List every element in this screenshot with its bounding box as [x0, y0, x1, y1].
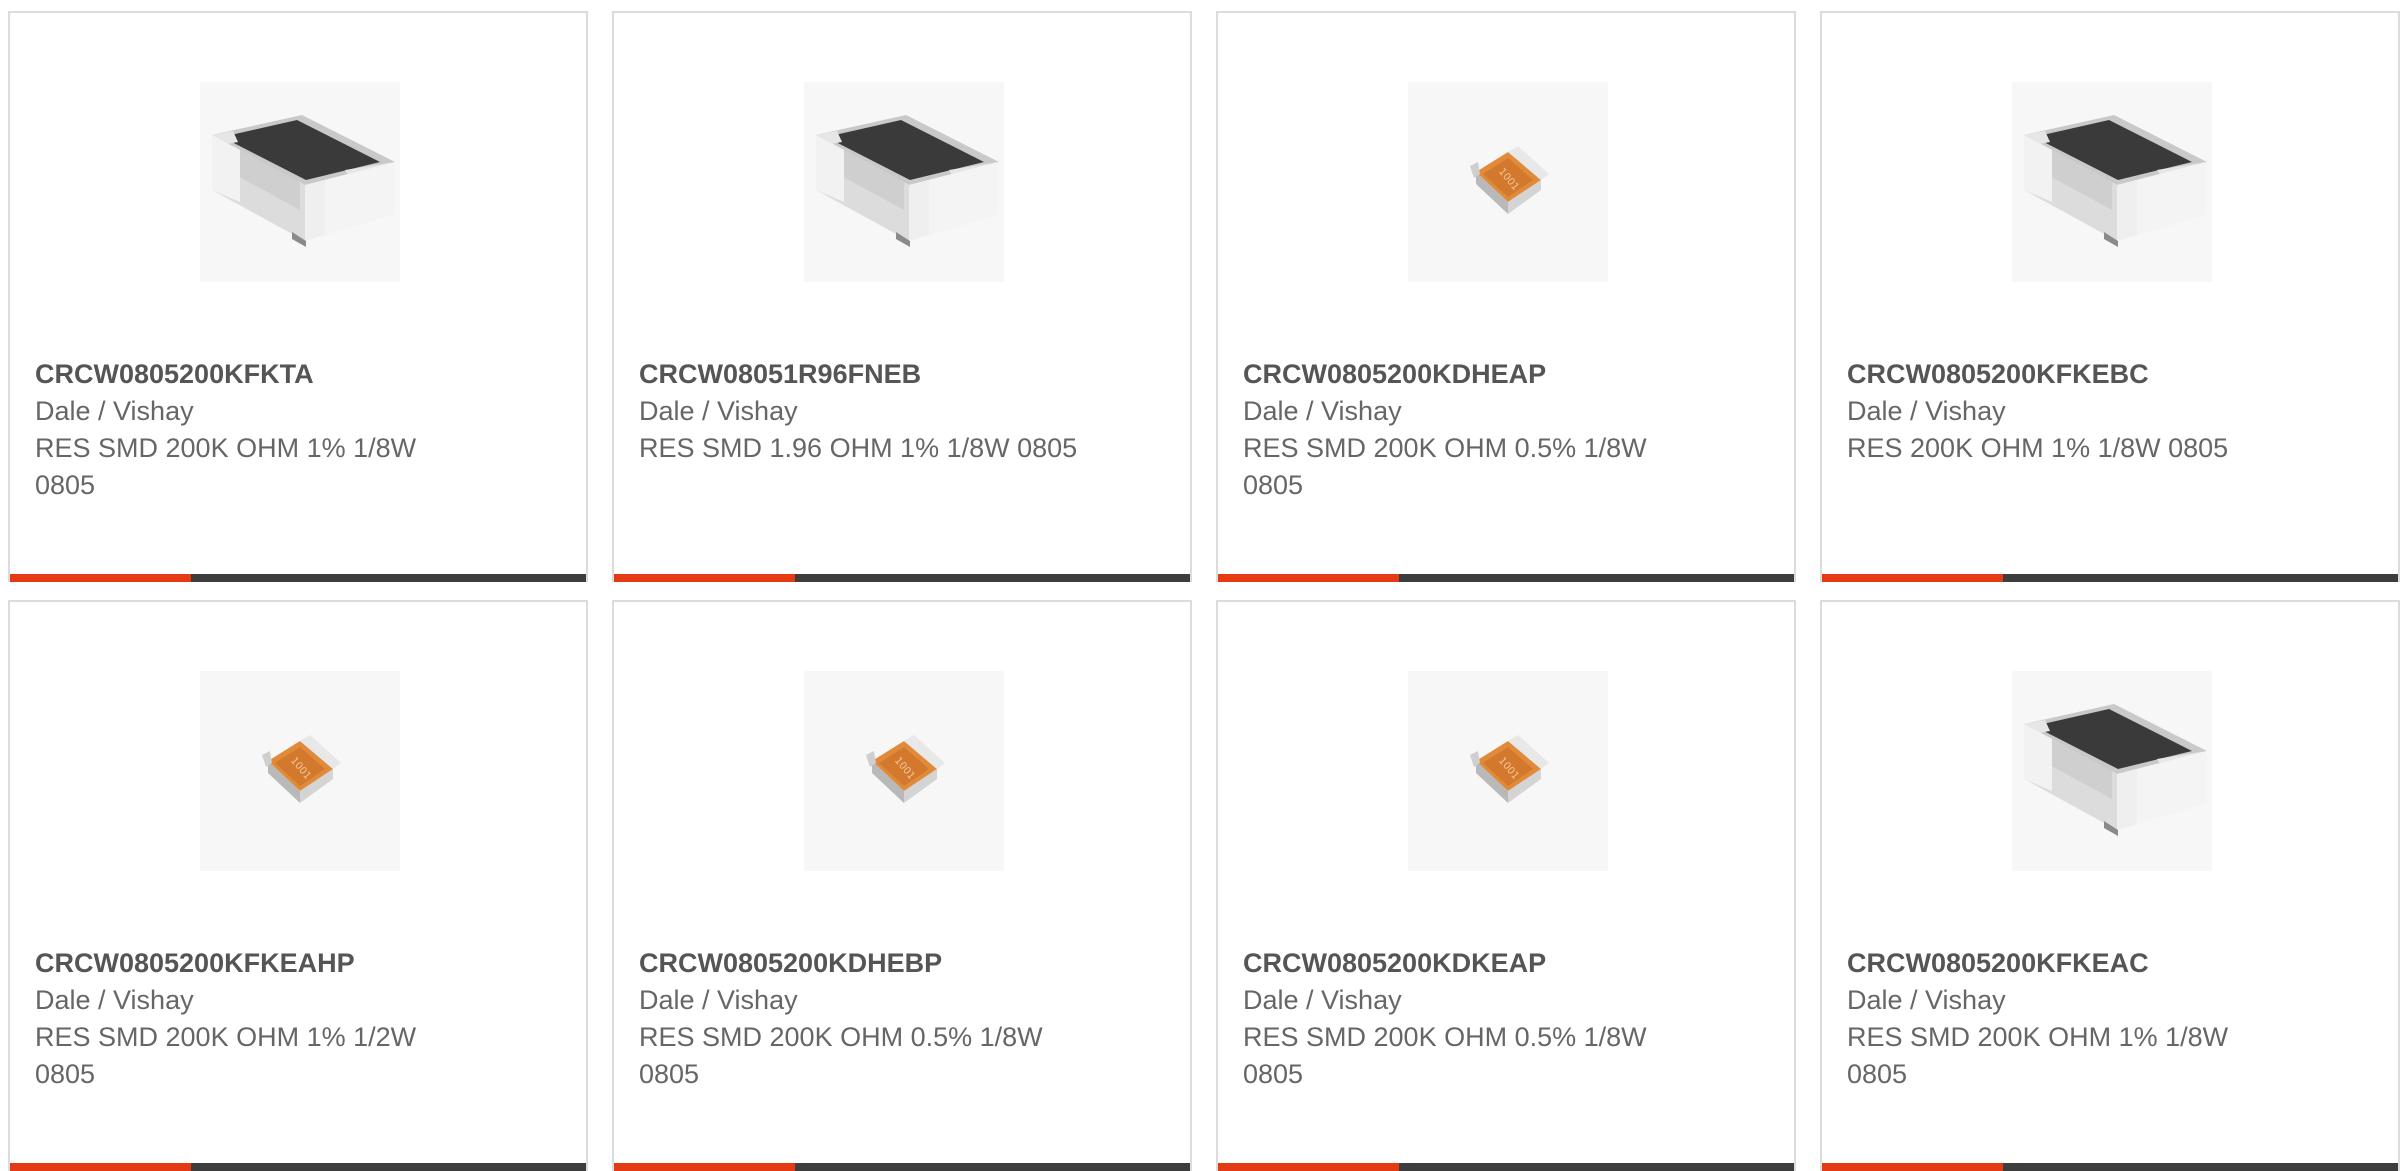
manufacturer: Dale / Vishay [1243, 396, 1402, 426]
part-number[interactable]: CRCW0805200KFKEAC [1847, 945, 2287, 982]
manufacturer: Dale / Vishay [35, 985, 194, 1015]
product-info: CRCW0805200KDKEAP Dale / Vishay RES SMD … [1243, 945, 1683, 1093]
part-number[interactable]: CRCW0805200KDHEBP [639, 945, 1079, 982]
product-card[interactable]: CRCW0805200KFKEAC Dale / Vishay RES SMD … [1820, 600, 2400, 1171]
part-number[interactable]: CRCW0805200KFKTA [35, 356, 475, 393]
card-accent-bar-fill [10, 1163, 192, 1171]
card-accent-bar [614, 1163, 1190, 1171]
product-info: CRCW0805200KDHEAP Dale / Vishay RES SMD … [1243, 356, 1683, 504]
card-accent-bar [10, 574, 586, 582]
product-image[interactable] [200, 82, 400, 282]
product-description: RES 200K OHM 1% 1/8W 0805 [1847, 433, 2229, 463]
product-image[interactable] [2012, 82, 2212, 282]
card-accent-bar [1822, 1163, 2398, 1171]
part-number[interactable]: CRCW08051R96FNEB [639, 356, 1079, 393]
part-number[interactable]: CRCW0805200KFKEBC [1847, 356, 2287, 393]
part-number[interactable]: CRCW0805200KFKEAHP [35, 945, 475, 982]
card-accent-bar-fill [1822, 574, 2004, 582]
product-info: CRCW0805200KFKEAHP Dale / Vishay RES SMD… [35, 945, 475, 1093]
black-resistor-chip-icon [2024, 115, 2207, 247]
manufacturer: Dale / Vishay [1847, 985, 2006, 1015]
orange-resistor-chip-icon: 1001 [1470, 735, 1549, 803]
product-info: CRCW0805200KDHEBP Dale / Vishay RES SMD … [639, 945, 1079, 1093]
product-description: RES SMD 1.96 OHM 1% 1/8W 0805 [639, 433, 1078, 463]
product-card[interactable]: CRCW0805200KFKTA Dale / Vishay RES SMD 2… [8, 11, 588, 582]
manufacturer: Dale / Vishay [35, 396, 194, 426]
product-description: RES SMD 200K OHM 0.5% 1/8W 0805 [1243, 433, 1647, 500]
card-accent-bar-fill [10, 574, 192, 582]
product-info: CRCW08051R96FNEB Dale / Vishay RES SMD 1… [639, 356, 1079, 467]
black-resistor-chip-icon [212, 115, 395, 247]
product-image[interactable] [804, 82, 1004, 282]
orange-resistor-chip-icon: 1001 [866, 735, 945, 803]
product-card[interactable]: CRCW0805200KFKEBC Dale / Vishay RES 200K… [1820, 11, 2400, 582]
card-accent-bar [1822, 574, 2398, 582]
product-grid: CRCW0805200KFKTA Dale / Vishay RES SMD 2… [8, 11, 2400, 1171]
card-accent-bar-fill [614, 1163, 796, 1171]
black-resistor-chip-icon [816, 115, 999, 247]
product-image[interactable]: 1001 [1408, 82, 1608, 282]
product-image[interactable]: 1001 [200, 671, 400, 871]
product-card[interactable]: CRCW08051R96FNEB Dale / Vishay RES SMD 1… [612, 11, 1192, 582]
orange-resistor-chip-icon: 1001 [1470, 146, 1549, 214]
product-card[interactable]: 1001 CRCW0805200KFKEAHP Dale / Vishay RE… [8, 600, 588, 1171]
product-card[interactable]: 1001 CRCW0805200KDHEBP Dale / Vishay RES… [612, 600, 1192, 1171]
product-card[interactable]: 1001 CRCW0805200KDHEAP Dale / Vishay RES… [1216, 11, 1796, 582]
orange-resistor-chip-icon: 1001 [262, 735, 341, 803]
manufacturer: Dale / Vishay [639, 396, 798, 426]
card-accent-bar-fill [1218, 1163, 1400, 1171]
manufacturer: Dale / Vishay [639, 985, 798, 1015]
product-description: RES SMD 200K OHM 1% 1/8W 0805 [1847, 1022, 2229, 1089]
product-image[interactable]: 1001 [1408, 671, 1608, 871]
product-image[interactable]: 1001 [804, 671, 1004, 871]
manufacturer: Dale / Vishay [1847, 396, 2006, 426]
card-accent-bar [1218, 574, 1794, 582]
product-info: CRCW0805200KFKEAC Dale / Vishay RES SMD … [1847, 945, 2287, 1093]
product-description: RES SMD 200K OHM 1% 1/2W 0805 [35, 1022, 417, 1089]
product-description: RES SMD 200K OHM 0.5% 1/8W 0805 [1243, 1022, 1647, 1089]
card-accent-bar [614, 574, 1190, 582]
part-number[interactable]: CRCW0805200KDHEAP [1243, 356, 1683, 393]
card-accent-bar-fill [614, 574, 796, 582]
product-info: CRCW0805200KFKTA Dale / Vishay RES SMD 2… [35, 356, 475, 504]
card-accent-bar [1218, 1163, 1794, 1171]
product-description: RES SMD 200K OHM 0.5% 1/8W 0805 [639, 1022, 1043, 1089]
product-card[interactable]: 1001 CRCW0805200KDKEAP Dale / Vishay RES… [1216, 600, 1796, 1171]
black-resistor-chip-icon [2024, 704, 2207, 836]
card-accent-bar-fill [1218, 574, 1400, 582]
card-accent-bar-fill [1822, 1163, 2004, 1171]
part-number[interactable]: CRCW0805200KDKEAP [1243, 945, 1683, 982]
product-image[interactable] [2012, 671, 2212, 871]
product-description: RES SMD 200K OHM 1% 1/8W 0805 [35, 433, 417, 500]
card-accent-bar [10, 1163, 586, 1171]
product-info: CRCW0805200KFKEBC Dale / Vishay RES 200K… [1847, 356, 2287, 467]
manufacturer: Dale / Vishay [1243, 985, 1402, 1015]
